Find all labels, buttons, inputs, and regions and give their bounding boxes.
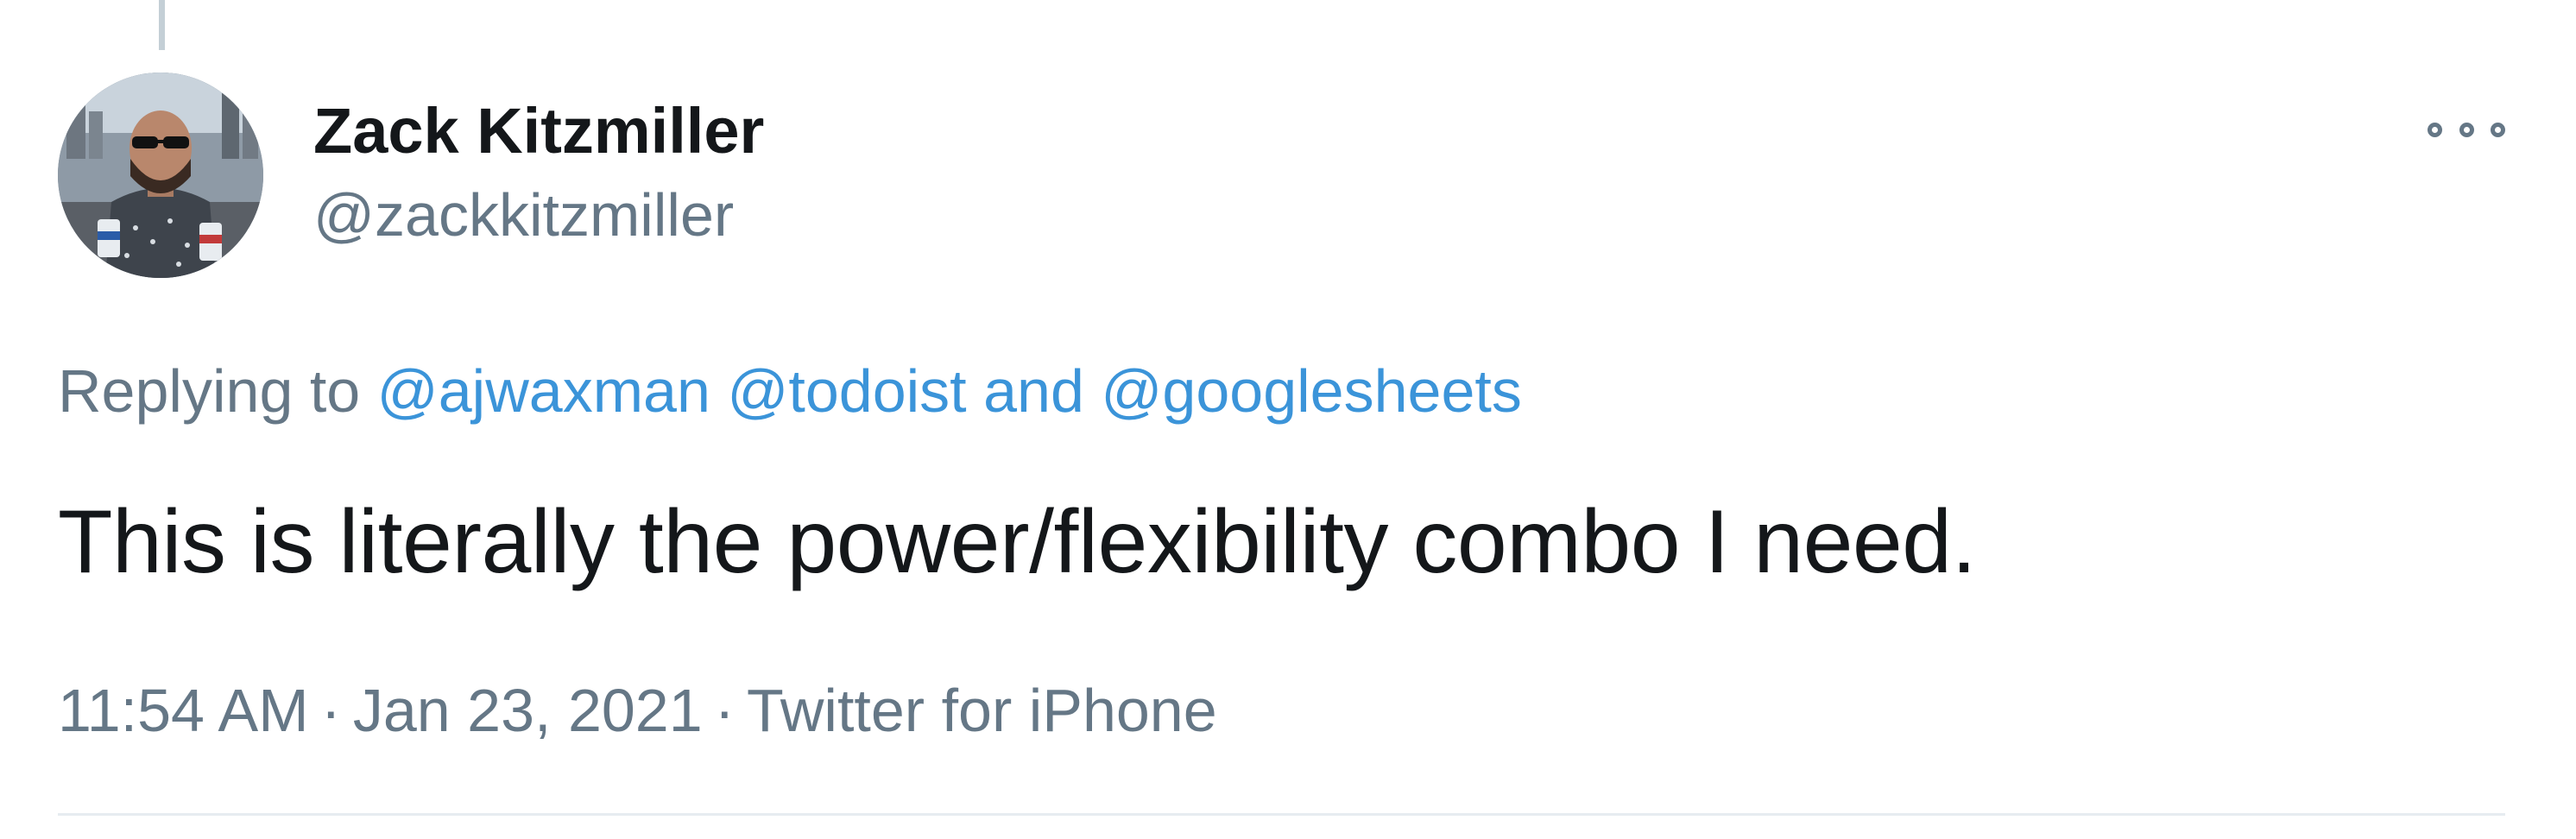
more-options-button[interactable] — [2428, 112, 2505, 147]
thread-connector-line — [159, 0, 165, 50]
tweet-date[interactable]: Jan 23, 2021 — [353, 677, 703, 744]
profile-photo-icon — [58, 73, 263, 278]
tweet-time[interactable]: 11:54 AM — [58, 677, 309, 744]
author-handle[interactable]: @zackkitzmiller — [313, 181, 734, 249]
mention-link-ajwaxman[interactable]: @ajwaxman — [377, 357, 710, 425]
more-dot-icon — [2459, 122, 2474, 137]
mention-link-todoist[interactable]: @todoist — [727, 357, 966, 425]
tweet-metadata: 11:54 AM · Jan 23, 2021 · Twitter for iPhone — [58, 673, 1217, 748]
divider — [58, 813, 2505, 816]
replying-to-label: Replying to — [58, 357, 361, 425]
avatar[interactable] — [58, 73, 263, 278]
tweet-source[interactable]: Twitter for iPhone — [747, 677, 1217, 744]
mention-link-googlesheets[interactable]: @googlesheets — [1101, 357, 1522, 425]
reply-context: Replying to @ajwaxman @todoist and @goog… — [58, 354, 1522, 428]
more-dot-icon — [2428, 122, 2442, 137]
more-dot-icon — [2491, 122, 2505, 137]
meta-separator: · — [320, 677, 341, 744]
mention-conjunction[interactable]: and — [983, 357, 1084, 425]
author-display-name[interactable]: Zack Kitzmiller — [313, 97, 764, 166]
meta-separator: · — [714, 677, 735, 744]
tweet-body-text: This is literally the power/flexibility … — [58, 492, 1977, 592]
